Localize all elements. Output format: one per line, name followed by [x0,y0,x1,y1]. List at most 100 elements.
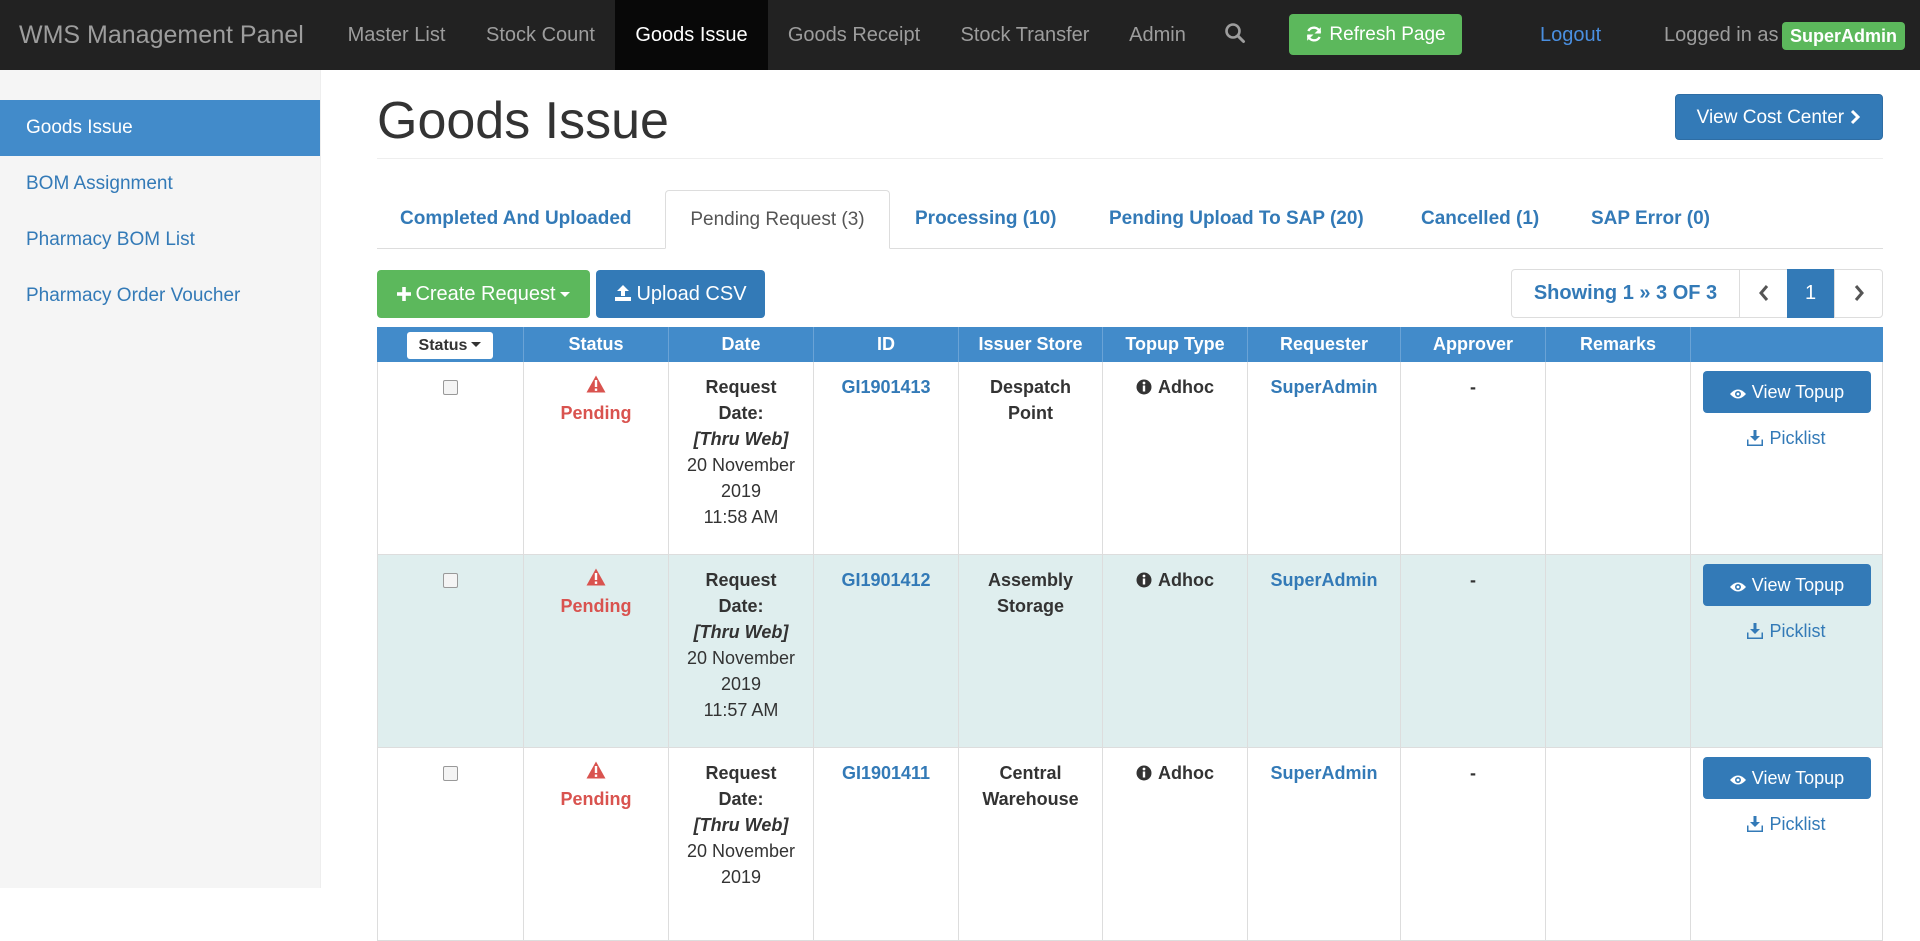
upload-csv-button[interactable]: Upload CSV [596,270,765,318]
create-request-label: Create Request [415,283,556,305]
topup-type-text: Adhoc [1158,763,1214,783]
topup-type-text: Adhoc [1158,570,1214,590]
view-topup-button[interactable]: View Topup [1702,371,1871,413]
tab-completed-and-uploaded[interactable]: Completed And Uploaded [400,190,632,248]
date-day: 20 November [686,841,796,861]
topup-type-cell: Adhoc [1102,555,1247,748]
picklist-link[interactable]: Picklist [1691,811,1882,837]
sidebar-item-bom-assignment[interactable]: BOM Assignment [0,156,320,212]
approver-text: - [1470,377,1476,397]
issuer-store-line1: Assembly [987,570,1074,590]
remarks-cell [1545,748,1690,941]
status-filter-dropdown[interactable]: Status [406,332,494,359]
warning-icon [524,760,668,786]
nav-goods-issue[interactable]: Goods Issue [615,0,768,70]
requester-cell: SuperAdmin [1247,362,1400,555]
nav-stock-transfer[interactable]: Stock Transfer [946,0,1104,70]
id-cell: GI1901411 [813,748,958,941]
tab-pending-request[interactable]: Pending Request (3) [665,190,890,249]
title-divider [377,158,1883,159]
view-topup-button[interactable]: View Topup [1702,757,1871,799]
upload-csv-label: Upload CSV [636,283,747,305]
issuer-store-cell: Central Warehouse [958,748,1102,941]
date-label-line1: Request [705,763,777,783]
column-requester[interactable]: Requester [1247,327,1400,362]
column-id[interactable]: ID [813,327,958,362]
row-select-cell [377,748,523,941]
logout-link[interactable]: Logout [1540,0,1601,70]
issuer-store-line2: Point [1008,403,1053,423]
info-icon [1136,377,1158,397]
refresh-icon [1305,24,1329,45]
table-row: Pending Request Date: [Thru Web] 20 Nove… [377,555,1883,748]
nav-admin[interactable]: Admin [1120,0,1195,70]
tab-sap-error[interactable]: SAP Error (0) [1591,190,1710,248]
sidebar-item-pharmacy-bom-list[interactable]: Pharmacy BOM List [0,212,320,268]
column-topup-type[interactable]: Topup Type [1102,327,1247,362]
row-checkbox[interactable] [443,380,458,395]
request-id-link[interactable]: GI1901411 [842,763,930,783]
sidebar: Goods Issue BOM Assignment Pharmacy BOM … [0,70,321,888]
row-checkbox[interactable] [443,573,458,588]
requester-link[interactable]: SuperAdmin [1270,763,1377,783]
date-label-line2: Date: [718,789,764,809]
date-cell: Request Date: [Thru Web] 20 November 201… [668,748,813,941]
pagination-next-button[interactable] [1834,269,1883,318]
table-row: Pending Request Date: [Thru Web] 20 Nove… [377,748,1883,941]
column-issuer-store[interactable]: Issuer Store [958,327,1102,362]
upload-icon [614,283,636,305]
issuer-store-cell: Assembly Storage [958,555,1102,748]
date-year: 2019 [720,674,762,694]
info-icon [1136,763,1158,783]
tab-cancelled[interactable]: Cancelled (1) [1421,190,1539,248]
view-cost-center-button[interactable]: View Cost Center [1675,94,1883,140]
tab-pending-upload-to-sap[interactable]: Pending Upload To SAP (20) [1109,190,1364,248]
refresh-page-button[interactable]: Refresh Page [1289,14,1462,55]
actions-cell: View Topup Picklist [1690,362,1883,555]
page-title: Goods Issue [377,92,669,150]
date-source: [Thru Web] [693,429,789,449]
column-date[interactable]: Date [668,327,813,362]
view-topup-label: View Topup [1751,768,1845,788]
create-request-button[interactable]: Create Request [377,270,590,318]
view-topup-button[interactable]: View Topup [1702,564,1871,606]
brand-title[interactable]: WMS Management Panel [19,0,304,70]
date-day: 20 November [686,648,796,668]
requester-link[interactable]: SuperAdmin [1270,377,1377,397]
topup-type-cell: Adhoc [1102,362,1247,555]
tab-processing[interactable]: Processing (10) [915,190,1057,248]
column-status[interactable]: Status [523,327,668,362]
request-id-link[interactable]: GI1901412 [841,570,930,590]
picklist-link[interactable]: Picklist [1691,618,1882,644]
warning-icon [524,374,668,400]
status-filter-label: Status [418,337,468,354]
column-remarks[interactable]: Remarks [1545,327,1690,362]
status-text: Pending [560,403,632,423]
search-icon[interactable] [1224,22,1250,48]
eye-icon [1729,575,1752,595]
picklist-link[interactable]: Picklist [1691,425,1882,451]
nav-master-list[interactable]: Master List [333,0,460,70]
sidebar-item-pharmacy-order-voucher[interactable]: Pharmacy Order Voucher [0,268,320,324]
top-navbar: WMS Management Panel Master List Stock C… [0,0,1920,70]
sidebar-item-goods-issue[interactable]: Goods Issue [0,100,320,156]
approver-text: - [1470,570,1476,590]
tabs-divider [377,248,1883,249]
nav-goods-receipt[interactable]: Goods Receipt [776,0,932,70]
row-checkbox[interactable] [443,766,458,781]
view-topup-label: View Topup [1751,382,1845,402]
column-approver[interactable]: Approver [1400,327,1545,362]
status-cell: Pending [523,555,668,748]
actions-cell: View Topup Picklist [1690,555,1883,748]
status-text: Pending [560,596,632,616]
pagination-page-1[interactable]: 1 [1787,269,1834,318]
date-label-line2: Date: [718,403,764,423]
download-icon [1746,621,1769,641]
eye-icon [1729,768,1752,788]
nav-stock-count[interactable]: Stock Count [470,0,611,70]
refresh-page-label: Refresh Page [1329,24,1446,45]
requester-link[interactable]: SuperAdmin [1270,570,1377,590]
request-id-link[interactable]: GI1901413 [841,377,930,397]
issuer-store-cell: Despatch Point [958,362,1102,555]
pagination-prev-button[interactable] [1739,269,1788,318]
